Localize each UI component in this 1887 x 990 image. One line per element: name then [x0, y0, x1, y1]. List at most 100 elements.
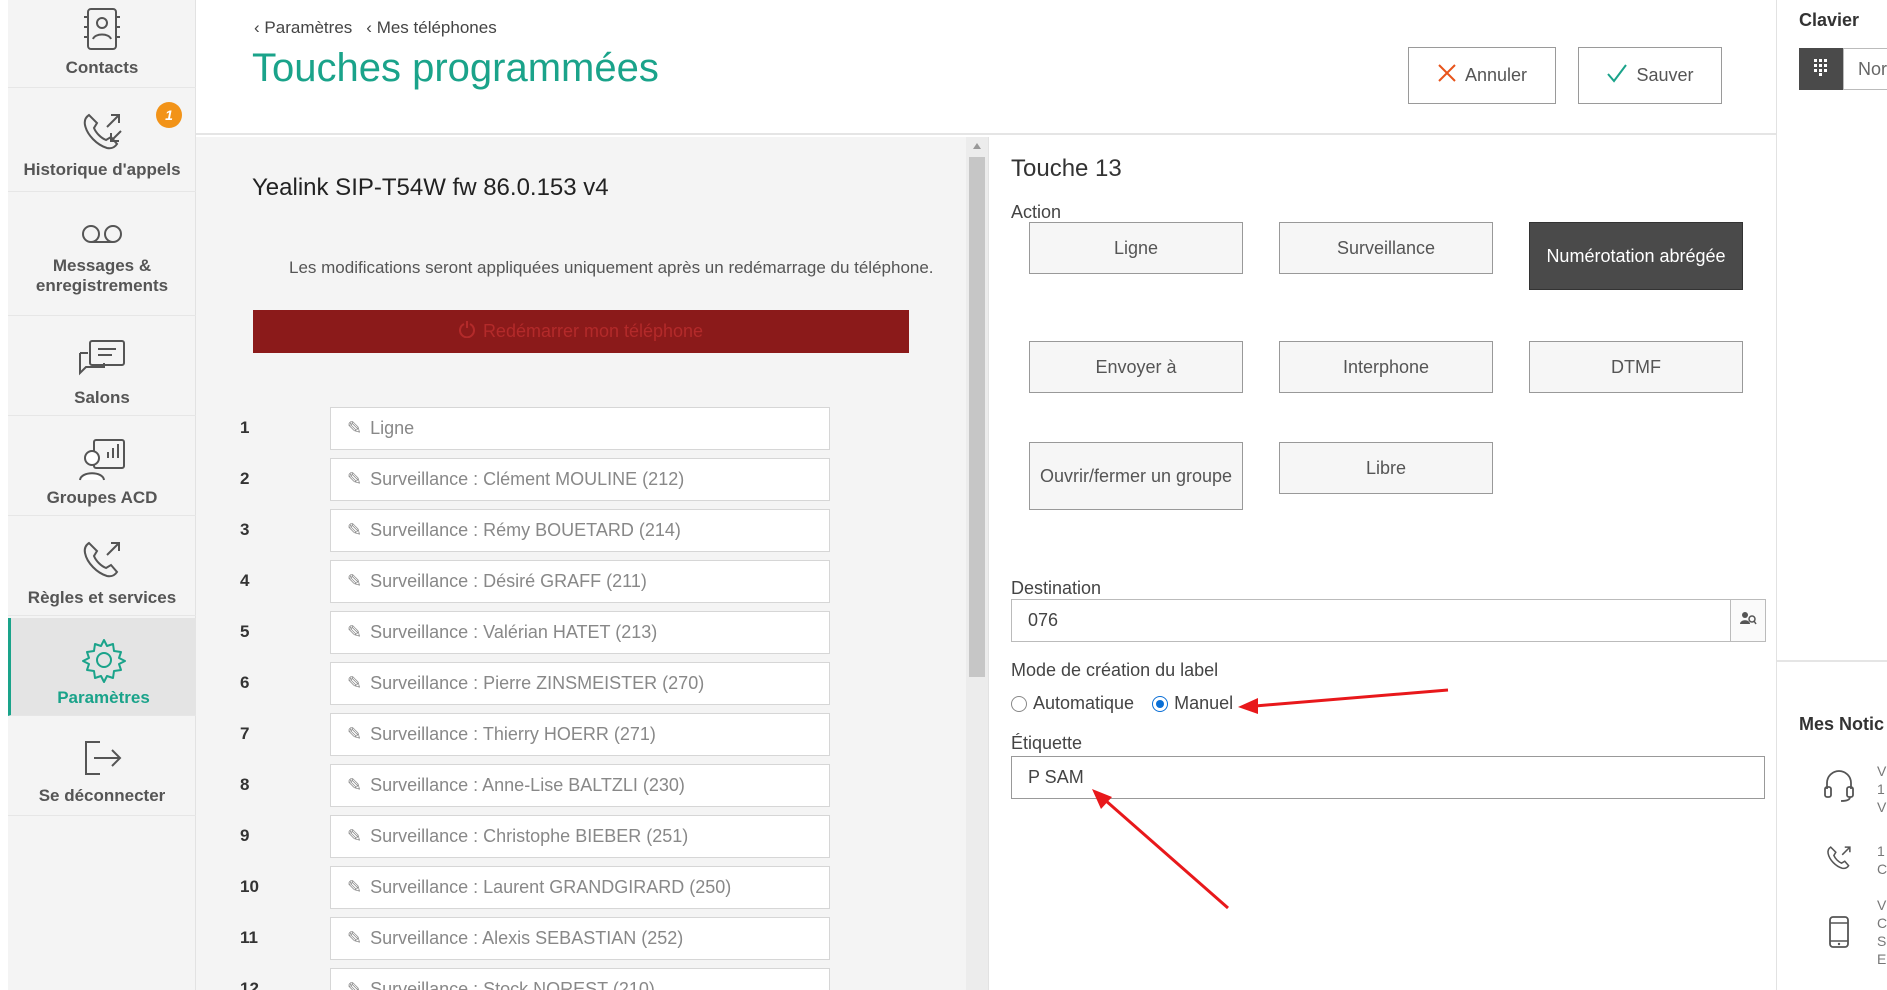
pencil-icon: ✎: [347, 979, 363, 990]
destination-input[interactable]: 076: [1011, 599, 1731, 642]
action-dtmf-button[interactable]: DTMF: [1529, 341, 1743, 393]
scrollbar-thumb[interactable]: [969, 157, 985, 677]
notification-text: 1C: [1877, 843, 1887, 877]
key-field[interactable]: ✎ Surveillance : Alexis SEBASTIAN (252): [330, 917, 830, 960]
cancel-button[interactable]: Annuler: [1408, 47, 1556, 104]
sidebar-item-rules[interactable]: Règles et services: [8, 516, 196, 616]
contacts-icon: [74, 0, 130, 58]
mobile-phone-icon: [1821, 914, 1857, 950]
save-button[interactable]: Sauver: [1578, 47, 1722, 104]
mode-auto-radio[interactable]: [1011, 695, 1027, 712]
pencil-icon: ✎: [347, 520, 363, 540]
key-field[interactable]: ✎ Surveillance : Thierry HOERR (271): [330, 713, 830, 756]
key-row: 6 ✎ Surveillance : Pierre ZINSMEISTER (27…: [196, 662, 896, 705]
pencil-icon: ✎: [347, 673, 363, 693]
key-field[interactable]: ✎ Surveillance : Stock NOREST (210): [330, 968, 830, 990]
key-number: 3: [240, 520, 250, 539]
pencil-icon: ✎: [347, 877, 363, 897]
keypad-title: Clavier: [1799, 10, 1860, 30]
action-group-button[interactable]: Ouvrir/fermer un groupe: [1029, 442, 1243, 510]
sidebar-item-messages[interactable]: Messages & enregistrements: [8, 192, 196, 316]
breadcrumb-item[interactable]: ‹ Paramètres: [254, 18, 352, 38]
sidebar-item-settings[interactable]: Paramètres: [8, 618, 196, 716]
key-number: 11: [240, 928, 258, 947]
pencil-icon: ✎: [347, 469, 363, 489]
action-surveillance-button[interactable]: Surveillance: [1279, 222, 1493, 274]
gear-icon: [76, 632, 132, 688]
breadcrumb-item[interactable]: ‹ Mes téléphones: [366, 18, 496, 38]
sidebar-item-label: Se déconnecter: [38, 786, 166, 805]
sidebar-item-label: Historique d'appels: [23, 160, 181, 179]
phone-keys-panel: Yealink SIP-T54W fw 86.0.153 v4 Les modi…: [196, 137, 988, 990]
action-label: Action: [1011, 202, 1062, 222]
key-row: 8 ✎ Surveillance : Anne-Lise BALTZLI (230…: [196, 764, 896, 807]
divider: [1777, 660, 1887, 662]
keypad-button[interactable]: [1799, 48, 1843, 90]
voicemail-icon: [74, 212, 130, 256]
keypad-number-input[interactable]: Nor: [1843, 48, 1887, 90]
key-number: 6: [240, 673, 250, 692]
sidebar-item-label: Contacts: [65, 58, 139, 77]
action-send-to-button[interactable]: Envoyer à: [1029, 341, 1243, 393]
key-field[interactable]: ✎ Surveillance : Anne-Lise BALTZLI (230): [330, 764, 830, 807]
etiquette-label: Étiquette: [1011, 733, 1083, 753]
pencil-icon: ✎: [347, 724, 363, 744]
sidebar-item-label: Paramètres: [57, 688, 150, 707]
label-mode-radio-group: Automatique Manuel: [1011, 693, 1233, 714]
restart-phone-button[interactable]: Redémarrer mon téléphone: [253, 310, 909, 353]
sidebar-item-salons[interactable]: Salons: [8, 316, 196, 416]
label-mode-label: Mode de création du label: [1011, 660, 1219, 680]
action-ligne-button[interactable]: Ligne: [1029, 222, 1243, 274]
key-row: 11 ✎ Surveillance : Alexis SEBASTIAN (252…: [196, 917, 896, 960]
sidebar-item-acd-groups[interactable]: Groupes ACD: [8, 416, 196, 516]
key-row: 2 ✎ Surveillance : Clément MOULINE (212): [196, 458, 896, 501]
breadcrumb: ‹ Paramètres ‹ Mes téléphones: [254, 18, 497, 38]
sidebar-item-logout[interactable]: Se déconnecter: [8, 716, 196, 816]
notification-text: VCSE: [1877, 897, 1887, 967]
scroll-up-arrow-icon[interactable]: [973, 143, 981, 149]
contact-search-icon: [1739, 610, 1757, 631]
sidebar-item-label: Salons: [74, 388, 130, 407]
key-number: 8: [240, 775, 250, 794]
action-speed-dial-button[interactable]: Numérotation abrégée: [1529, 222, 1743, 290]
chevron-left-icon: ‹: [366, 18, 372, 37]
sidebar-item-call-history[interactable]: Historique d'appels 1: [8, 88, 196, 192]
page-title: Touches programmées: [252, 46, 659, 90]
scrollbar[interactable]: [966, 137, 988, 990]
contact-search-button[interactable]: [1730, 599, 1766, 642]
key-field[interactable]: ✎ Surveillance : Clément MOULINE (212): [330, 458, 830, 501]
acd-groups-icon: [74, 432, 130, 488]
key-field[interactable]: ✎ Surveillance : Désiré GRAFF (211): [330, 560, 830, 603]
etiquette-input[interactable]: P SAM: [1011, 756, 1765, 799]
key-row: 10 ✎ Surveillance : Laurent GRANDGIRARD (…: [196, 866, 896, 909]
pencil-icon: ✎: [347, 571, 363, 591]
sidebar-item-contacts[interactable]: Contacts: [8, 0, 196, 88]
key-field[interactable]: ✎ Surveillance : Laurent GRANDGIRARD (250…: [330, 866, 830, 909]
destination-label: Destination: [1011, 578, 1102, 598]
sidebar-item-label: Messages & enregistrements: [35, 256, 169, 295]
key-row: 1 ✎ Ligne: [196, 407, 896, 450]
key-title: Touche 13: [1011, 155, 1122, 182]
key-number: 5: [240, 622, 250, 641]
key-field[interactable]: ✎ Surveillance : Christophe BIEBER (251): [330, 815, 830, 858]
sidebar-item-label: Règles et services: [27, 588, 177, 607]
key-number: 1: [240, 418, 250, 437]
rules-icon: [74, 532, 130, 588]
pencil-icon: ✎: [347, 928, 363, 948]
sidebar-item-label: Groupes ACD: [46, 488, 158, 507]
notifications-title: Mes Notic: [1799, 714, 1885, 734]
key-field[interactable]: ✎ Ligne: [330, 407, 830, 450]
key-number: 10: [240, 877, 259, 896]
key-number: 2: [240, 469, 250, 488]
mode-auto-label: Automatique: [1033, 693, 1135, 713]
key-number: 4: [240, 571, 250, 590]
check-icon: [1606, 63, 1628, 88]
action-intercom-button[interactable]: Interphone: [1279, 341, 1493, 393]
action-free-button[interactable]: Libre: [1279, 442, 1493, 494]
key-field[interactable]: ✎ Surveillance : Rémy BOUETARD (214): [330, 509, 830, 552]
mode-manual-radio[interactable]: [1152, 695, 1169, 712]
key-field[interactable]: ✎ Surveillance : Pierre ZINSMEISTER (270): [330, 662, 830, 705]
key-row: 9 ✎ Surveillance : Christophe BIEBER (251…: [196, 815, 896, 858]
key-field[interactable]: ✎ Surveillance : Valérian HATET (213): [330, 611, 830, 654]
key-number: 7: [240, 724, 250, 743]
